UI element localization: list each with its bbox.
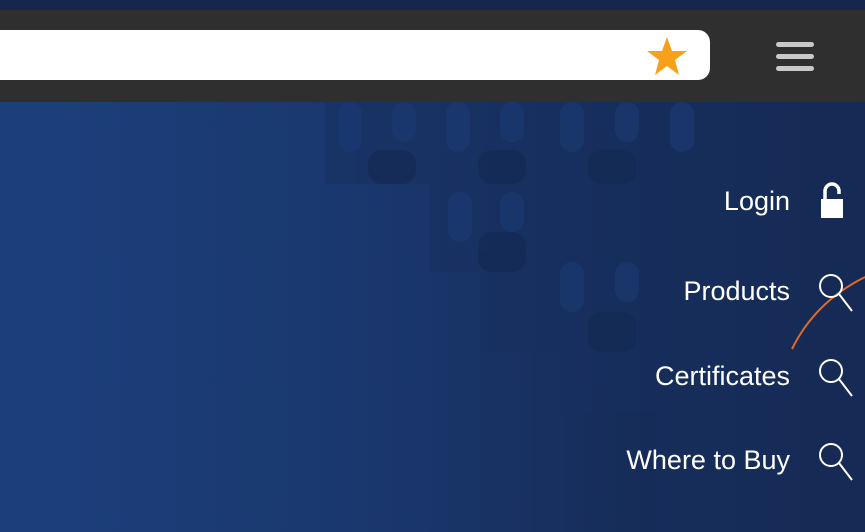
search-icon (819, 443, 853, 481)
star-icon[interactable] (645, 34, 689, 78)
search-icon (819, 359, 853, 397)
nav-login-label: Login (723, 185, 790, 216)
main-nav: Login Products Certificates Where to Buy (465, 102, 865, 532)
nav-item-products[interactable]: Products (683, 269, 853, 313)
address-bar[interactable] (0, 30, 710, 80)
nav-item-where-to-buy[interactable]: Where to Buy (626, 438, 853, 482)
unlocked-lock-icon (821, 182, 843, 218)
window-top-strip (0, 0, 865, 10)
nav-item-certificates[interactable]: Certificates (654, 354, 853, 398)
browser-toolbar (0, 10, 865, 102)
nav-certificates-label: Certificates (654, 360, 790, 391)
hamburger-menu-icon[interactable] (772, 40, 818, 76)
nav-products-label: Products (683, 275, 790, 306)
search-icon (819, 274, 853, 312)
nav-where-to-buy-label: Where to Buy (626, 444, 790, 475)
nav-item-login[interactable]: Login (723, 179, 843, 223)
